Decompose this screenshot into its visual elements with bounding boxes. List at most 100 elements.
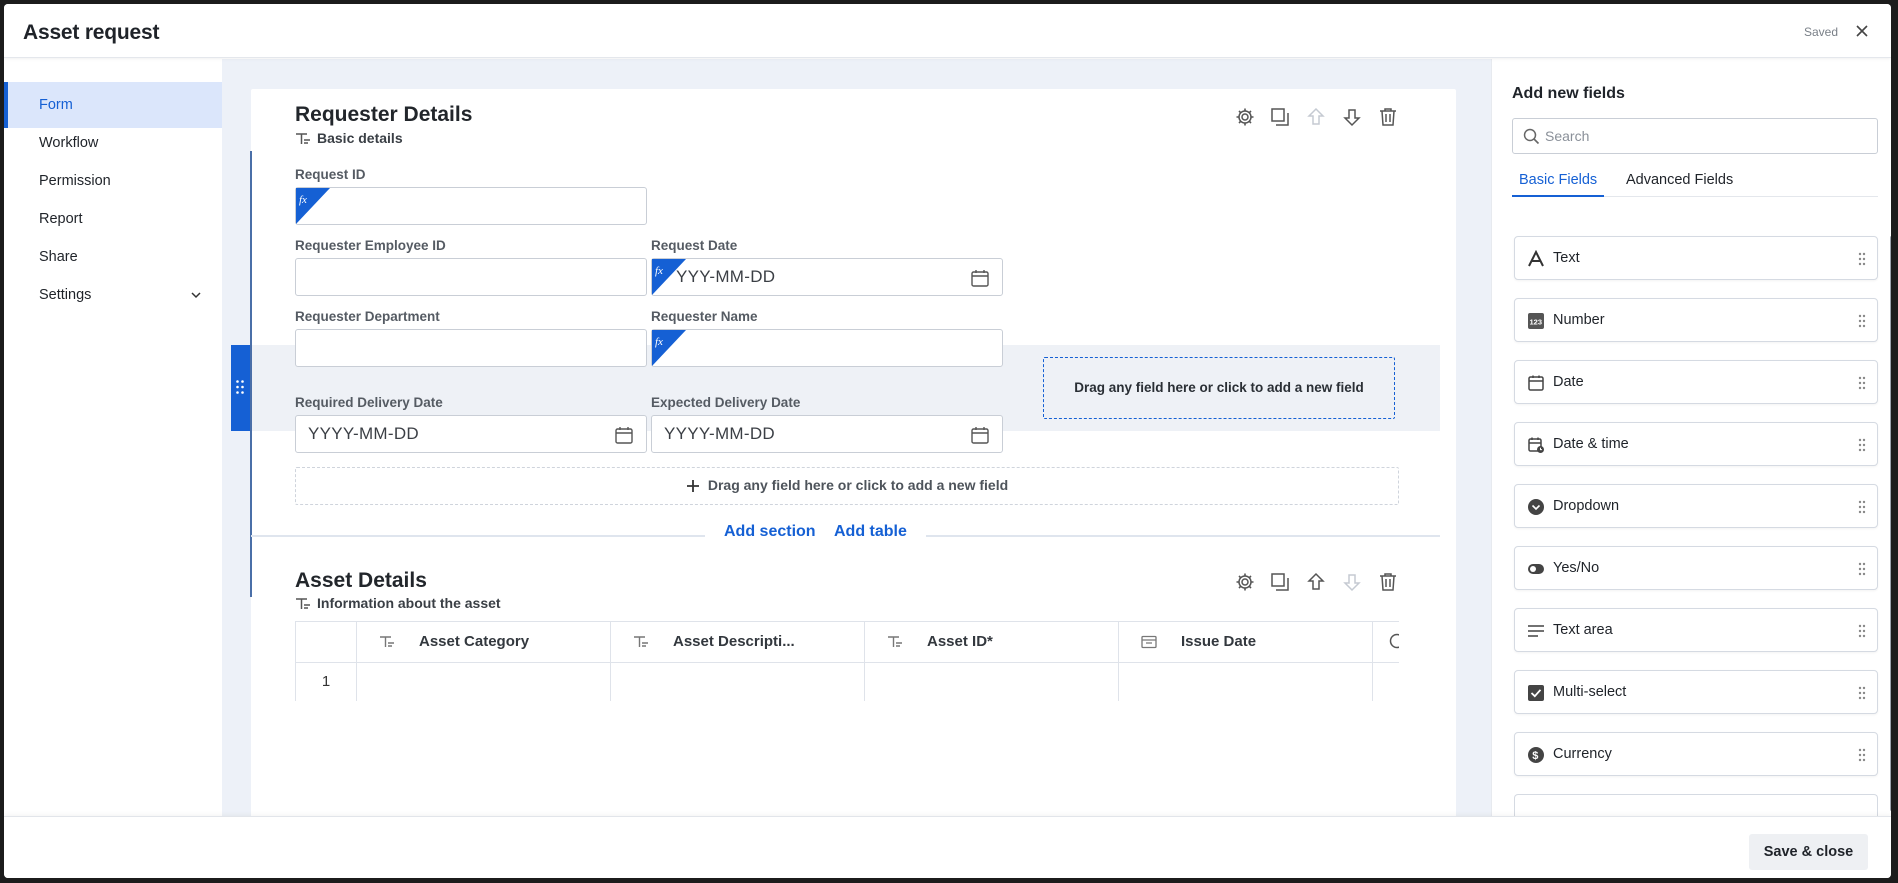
panel-scrollbar[interactable]	[1890, 236, 1891, 811]
duplicate-icon[interactable]	[1269, 106, 1291, 128]
section-subtitle: Information about the asset	[317, 595, 501, 611]
table-cell[interactable]	[865, 663, 1119, 701]
field-label: Required Delivery Date	[295, 395, 443, 410]
field-type-label: Dropdown	[1553, 498, 1620, 514]
table-cell[interactable]	[611, 663, 865, 701]
table-header-index	[295, 621, 357, 663]
requester-employee-id-field[interactable]	[295, 258, 647, 296]
svg-text:fx: fx	[655, 336, 663, 348]
requester-name-field[interactable]: fx	[651, 329, 1003, 367]
field-type-date[interactable]: Date	[1514, 360, 1878, 404]
add-fields-panel: Add new fields Basic Fields Advanced Fie…	[1491, 59, 1891, 824]
search-input[interactable]	[1545, 119, 1865, 153]
clock-icon	[1389, 633, 1399, 649]
field-type-multiselect[interactable]: Multi-select	[1514, 670, 1878, 714]
field-type-label: Currency	[1553, 746, 1612, 762]
request-date-field[interactable]: fx YYY-MM-DD	[651, 258, 1003, 296]
calendar-icon[interactable]	[970, 268, 990, 288]
drag-handle-icon	[1858, 686, 1866, 700]
move-up-icon[interactable]	[1305, 106, 1327, 128]
table-cell[interactable]	[1119, 663, 1373, 701]
column-label: Issue Date	[1181, 633, 1257, 650]
text-type-icon	[634, 636, 648, 647]
trash-icon[interactable]	[1377, 106, 1399, 128]
close-icon[interactable]	[1853, 22, 1871, 40]
checkbox-icon	[1528, 685, 1544, 701]
calendar-icon[interactable]	[614, 425, 634, 445]
currency-icon: $	[1528, 747, 1544, 763]
move-up-icon[interactable]	[1305, 571, 1327, 593]
table-header[interactable]: Asset Descripti...	[611, 621, 865, 663]
drag-handle-icon	[1858, 500, 1866, 514]
drag-handle-icon	[1858, 624, 1866, 638]
form-canvas: Requester Details Basic details Request …	[222, 59, 1491, 816]
date-placeholder: YYY-MM-DD	[676, 267, 776, 286]
tab-basic-fields[interactable]: Basic Fields	[1512, 171, 1605, 197]
field-label: Requester Employee ID	[295, 238, 446, 253]
required-delivery-date-field[interactable]: YYYY-MM-DD	[295, 415, 647, 453]
field-label: Requester Name	[651, 309, 758, 324]
gear-icon[interactable]	[1234, 106, 1256, 128]
field-type-dropdown[interactable]: Dropdown	[1514, 484, 1878, 528]
request-id-field[interactable]: fx	[295, 187, 647, 225]
field-type-datetime[interactable]: Date & time	[1514, 422, 1878, 466]
table-header[interactable]: Issue Date	[1119, 621, 1373, 663]
expected-delivery-date-field[interactable]: YYYY-MM-DD	[651, 415, 1003, 453]
row-drag-handle[interactable]	[231, 345, 251, 431]
drag-handle-icon	[236, 380, 244, 394]
save-status: Saved	[1803, 25, 1838, 39]
move-down-icon[interactable]	[1341, 571, 1363, 593]
footer-bar: Save & close	[4, 816, 1891, 878]
svg-text:123: 123	[1530, 318, 1543, 327]
date-placeholder: YYYY-MM-DD	[308, 424, 419, 443]
requester-department-field[interactable]	[295, 329, 647, 367]
field-type-label: Text area	[1553, 622, 1613, 638]
svg-text:$: $	[1532, 750, 1538, 762]
field-tabs: Basic Fields Advanced Fields	[1512, 171, 1878, 197]
save-close-button[interactable]: Save & close	[1749, 834, 1868, 870]
table-header[interactable]: Asset ID*	[865, 621, 1119, 663]
nav-item-label: Workflow	[39, 135, 99, 151]
duplicate-icon[interactable]	[1269, 571, 1291, 593]
formula-icon: fx	[652, 330, 686, 366]
field-type-yesno[interactable]: Yes/No	[1514, 546, 1878, 590]
add-table-link[interactable]: Add table	[815, 523, 926, 541]
number-icon: 123	[1528, 313, 1544, 329]
add-field-row-dropzone[interactable]: Drag any field here or click to add a ne…	[295, 467, 1399, 505]
drag-handle-icon	[1858, 438, 1866, 452]
field-type-number[interactable]: 123 Number	[1514, 298, 1878, 342]
page-title: Asset request	[23, 21, 160, 44]
field-type-currency[interactable]: $ Currency	[1514, 732, 1878, 776]
svg-text:fx: fx	[299, 194, 307, 206]
text-icon	[1528, 250, 1544, 267]
table-header[interactable]: Asset Category	[357, 621, 611, 663]
field-type-label: Date	[1553, 374, 1584, 390]
datetime-icon	[1528, 437, 1544, 453]
move-down-icon[interactable]	[1341, 106, 1363, 128]
nav-item-label: Settings	[39, 287, 92, 303]
field-type-label: Number	[1553, 312, 1605, 328]
field-type-textarea[interactable]: Text area	[1514, 608, 1878, 652]
column-label: Asset Category	[419, 633, 530, 650]
gear-icon[interactable]	[1234, 571, 1256, 593]
field-type-text[interactable]: Text	[1514, 236, 1878, 280]
left-nav: Form Workflow Permission Report Share Se…	[4, 59, 222, 816]
date-placeholder: YYYY-MM-DD	[664, 424, 775, 443]
table-cell[interactable]	[1373, 663, 1399, 701]
drag-handle-icon	[1858, 748, 1866, 762]
add-field-dropzone[interactable]: Drag any field here or click to add a ne…	[1043, 357, 1395, 419]
field-label: Requester Department	[295, 309, 440, 324]
section-selection-line	[250, 151, 252, 597]
field-label: Request ID	[295, 167, 366, 182]
drag-handle-icon	[1858, 376, 1866, 390]
nav-item-settings[interactable]: Settings	[4, 272, 222, 318]
dropdown-icon	[1528, 499, 1544, 515]
tab-advanced-fields[interactable]: Advanced Fields	[1626, 171, 1733, 197]
section-description-icon	[296, 598, 310, 609]
search-field[interactable]	[1512, 118, 1878, 154]
calendar-icon[interactable]	[970, 425, 990, 445]
form-card: Requester Details Basic details Request …	[231, 89, 1456, 816]
trash-icon[interactable]	[1377, 571, 1399, 593]
table-header-partial[interactable]	[1373, 621, 1399, 663]
table-cell[interactable]	[357, 663, 611, 701]
